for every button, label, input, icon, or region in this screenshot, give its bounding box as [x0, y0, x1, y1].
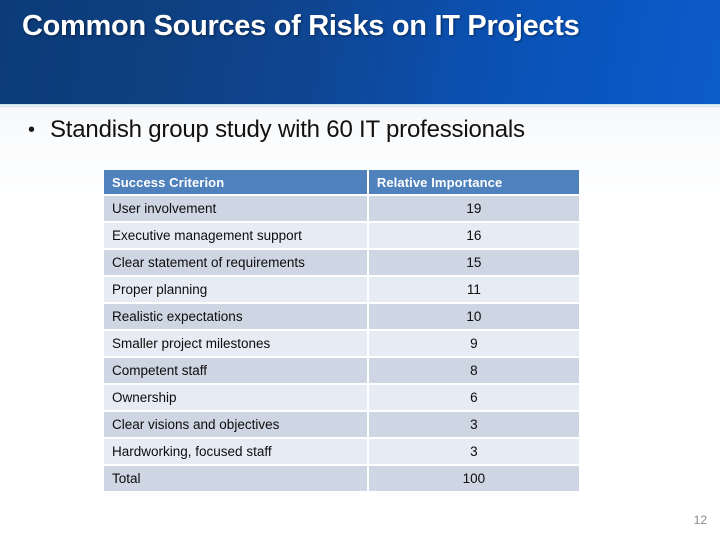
table-row: Smaller project milestones 9: [104, 331, 579, 356]
page-title: Common Sources of Risks on IT Projects: [22, 10, 580, 42]
cell-relative-importance: 16: [368, 223, 579, 248]
cell-relative-importance: 3: [368, 412, 579, 437]
cell-success-criterion: Clear statement of requirements: [104, 250, 367, 275]
cell-success-criterion: Competent staff: [104, 358, 367, 383]
bullet-item-label: Standish group study with 60 IT professi…: [50, 116, 525, 143]
table-header: Success Criterion Relative Importance: [104, 170, 579, 194]
table-row: Clear visions and objectives 3: [104, 412, 579, 437]
cell-relative-importance: 6: [368, 385, 579, 410]
risk-sources-table: Success Criterion Relative Importance Us…: [102, 168, 581, 493]
column-header-success-criterion: Success Criterion: [104, 170, 367, 194]
cell-relative-importance: 15: [368, 250, 579, 275]
cell-success-criterion: Realistic expectations: [104, 304, 367, 329]
cell-success-criterion: Total: [104, 466, 367, 491]
cell-success-criterion: Smaller project milestones: [104, 331, 367, 356]
table-body: User involvement 19 Executive management s…: [104, 196, 579, 491]
cell-success-criterion: Ownership: [104, 385, 367, 410]
cell-success-criterion: Clear visions and objectives: [104, 412, 367, 437]
cell-success-criterion: Proper planning: [104, 277, 367, 302]
cell-relative-importance: 19: [368, 196, 579, 221]
column-header-relative-importance: Relative Importance: [368, 170, 579, 194]
slide-canvas: Common Sources of Risks on IT Projects •…: [0, 0, 720, 540]
table-row: Clear statement of requirements 15: [104, 250, 579, 275]
table-row: Executive management support 16: [104, 223, 579, 248]
cell-relative-importance: 100: [368, 466, 579, 491]
table-row: User involvement 19: [104, 196, 579, 221]
cell-success-criterion: User involvement: [104, 196, 367, 221]
table-row: Proper planning 11: [104, 277, 579, 302]
table-row: Hardworking, focused staff 3: [104, 439, 579, 464]
table-header-row: Success Criterion Relative Importance: [104, 170, 579, 194]
table-row: Ownership 6: [104, 385, 579, 410]
page-number: 12: [693, 513, 707, 527]
cell-success-criterion: Executive management support: [104, 223, 367, 248]
cell-relative-importance: 8: [368, 358, 579, 383]
bullet-marker-icon: •: [28, 119, 36, 141]
banner-underline: [0, 104, 720, 107]
table-row: Total 100: [104, 466, 579, 491]
cell-relative-importance: 10: [368, 304, 579, 329]
bullet-list-item: • Standish group study with 60 IT profes…: [28, 115, 525, 145]
cell-relative-importance: 9: [368, 331, 579, 356]
table-row: Realistic expectations 10: [104, 304, 579, 329]
cell-success-criterion: Hardworking, focused staff: [104, 439, 367, 464]
table-row: Competent staff 8: [104, 358, 579, 383]
cell-relative-importance: 3: [368, 439, 579, 464]
cell-relative-importance: 11: [368, 277, 579, 302]
